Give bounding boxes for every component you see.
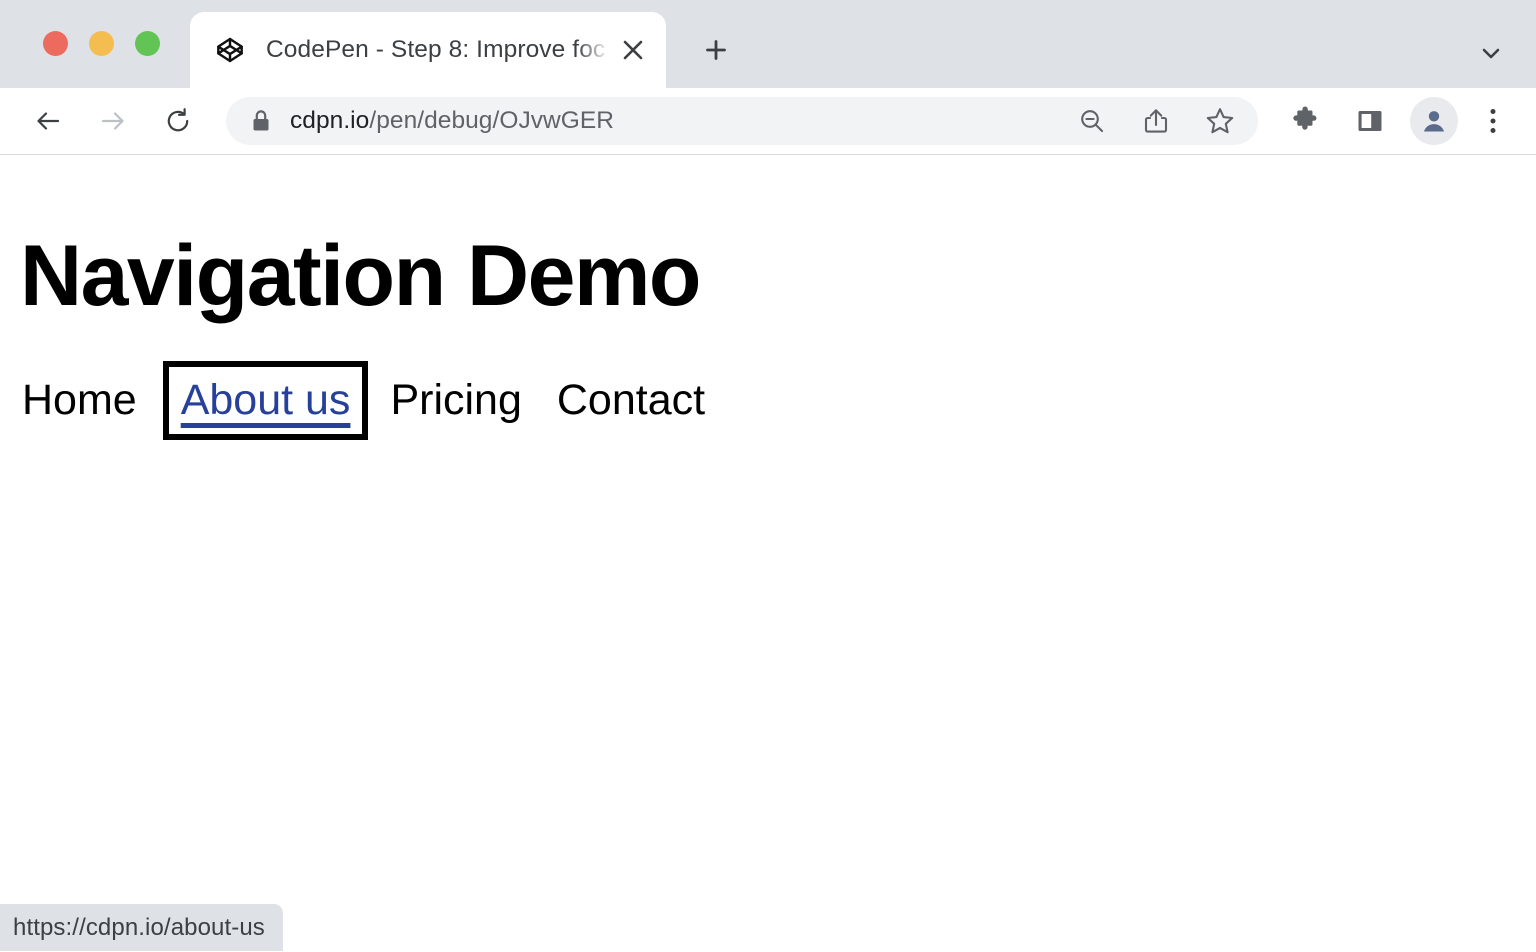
puzzle-piece-icon [1291, 106, 1321, 136]
close-tab-button[interactable] [610, 27, 656, 73]
arrow-left-icon [33, 106, 63, 136]
nav-link-pricing[interactable]: Pricing [390, 379, 521, 422]
profile-avatar-button[interactable] [1410, 97, 1458, 145]
nav-link-about-us[interactable]: About us [181, 379, 351, 422]
browser-toolbar: cdpn.io/pen/debug/OJvwGER [0, 88, 1536, 155]
close-icon [622, 39, 644, 61]
url-text[interactable]: cdpn.io/pen/debug/OJvwGER [290, 107, 1068, 135]
bookmark-button[interactable] [1196, 97, 1244, 145]
link-status-bubble: https://cdpn.io/about-us [0, 904, 283, 951]
side-panel-icon [1356, 107, 1384, 135]
browser-window: CodePen - Step 8: Improve foc [0, 0, 1536, 952]
tab-search-button[interactable] [1468, 30, 1514, 76]
arrow-right-icon [98, 106, 128, 136]
forward-button [89, 97, 137, 145]
lock-icon[interactable] [250, 109, 272, 133]
browser-tab-active[interactable]: CodePen - Step 8: Improve foc [190, 12, 666, 88]
codepen-logo-icon [216, 36, 244, 64]
nav-link-contact[interactable]: Contact [557, 379, 705, 422]
window-controls [43, 31, 160, 56]
page-viewport: Navigation Demo Home About us Pricing Co… [0, 155, 1536, 951]
reload-button[interactable] [154, 97, 202, 145]
new-tab-button[interactable] [688, 22, 744, 78]
url-host: cdpn.io [290, 107, 369, 134]
more-vertical-icon [1489, 106, 1497, 136]
share-button[interactable] [1132, 97, 1180, 145]
maximize-window-button[interactable] [135, 31, 160, 56]
back-button[interactable] [24, 97, 72, 145]
address-bar[interactable]: cdpn.io/pen/debug/OJvwGER [226, 97, 1258, 145]
minimize-window-button[interactable] [89, 31, 114, 56]
site-navigation: Home About us Pricing Contact [18, 379, 705, 422]
close-window-button[interactable] [43, 31, 68, 56]
share-icon [1142, 107, 1170, 135]
zoom-out-icon [1078, 107, 1106, 135]
reload-icon [164, 107, 192, 135]
url-path: /pen/debug/OJvwGER [369, 107, 614, 134]
tab-strip: CodePen - Step 8: Improve foc [0, 0, 1536, 88]
plus-icon [704, 38, 728, 62]
side-panel-button[interactable] [1346, 97, 1394, 145]
tab-title: CodePen - Step 8: Improve foc [266, 36, 610, 64]
nav-link-home[interactable]: Home [22, 379, 137, 422]
link-status-url: https://cdpn.io/about-us [13, 914, 265, 942]
star-icon [1205, 106, 1235, 136]
zoom-out-button[interactable] [1068, 97, 1116, 145]
chevron-down-icon [1479, 41, 1503, 65]
extensions-button[interactable] [1282, 97, 1330, 145]
page-title: Navigation Demo [20, 233, 700, 319]
tab-list: CodePen - Step 8: Improve foc [190, 12, 744, 88]
browser-menu-button[interactable] [1470, 97, 1516, 145]
person-icon [1420, 107, 1448, 135]
